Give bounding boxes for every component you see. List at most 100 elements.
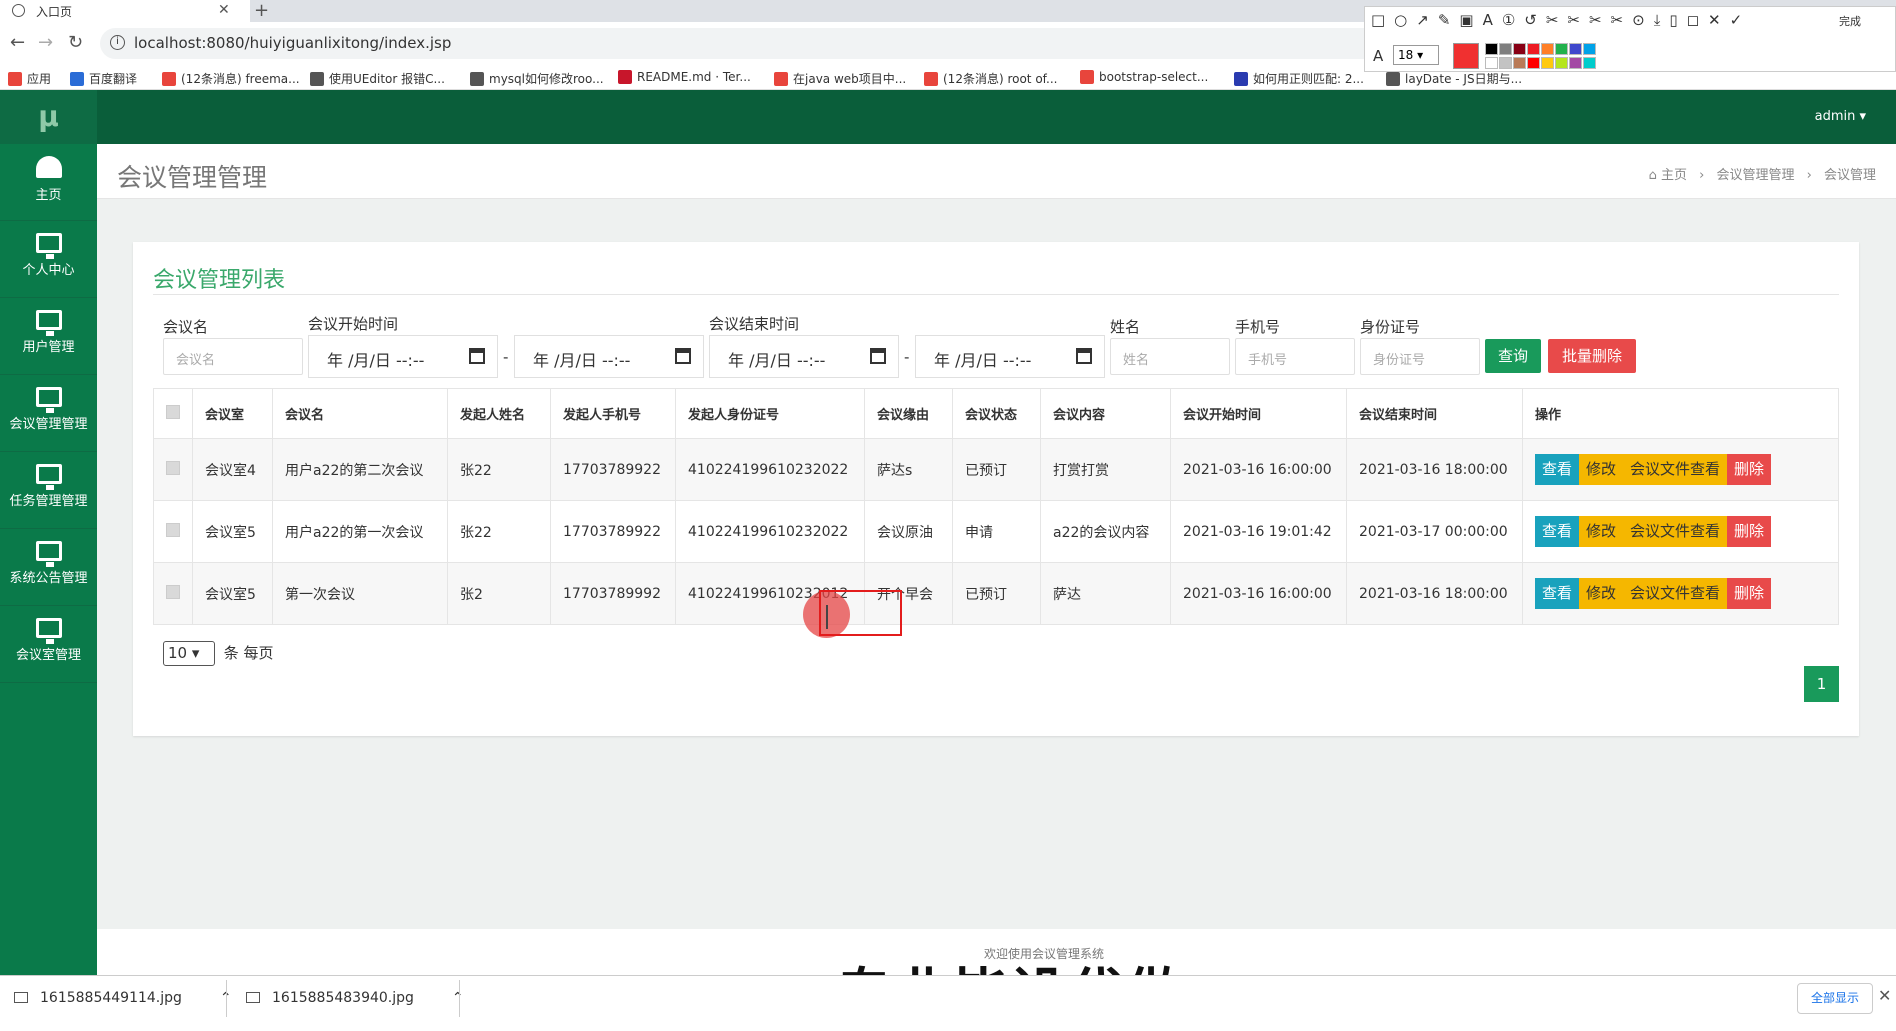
table-cell: 会议室4	[192, 438, 273, 501]
bookmark-item[interactable]: (12条消息) freema...	[162, 70, 300, 87]
view-files-button[interactable]: 会议文件查看	[1623, 516, 1728, 547]
end-time-from-input[interactable]: 年 /月/日 --:--	[709, 335, 899, 378]
start-time-from-input[interactable]: 年 /月/日 --:--	[308, 335, 498, 378]
color-swatch[interactable]	[1513, 43, 1526, 55]
meeting-name-input[interactable]: 会议名	[163, 338, 303, 375]
view-button[interactable]: 查看	[1535, 454, 1580, 485]
font-size-select[interactable]: 18 ▾	[1393, 45, 1439, 65]
row-checkbox[interactable]	[166, 584, 180, 599]
sidebar-item-2[interactable]: 用户管理	[0, 298, 97, 375]
new-tab-button[interactable]: +	[254, 0, 269, 21]
color-swatch[interactable]	[1541, 56, 1554, 69]
color-swatch[interactable]	[1513, 56, 1526, 69]
column-header: 会议名	[272, 388, 448, 439]
browser-tab[interactable]: 入口页 ✕	[0, 0, 250, 22]
color-swatch[interactable]	[1499, 43, 1512, 55]
sidebar-item-0[interactable]: 主页	[0, 144, 97, 221]
color-swatch[interactable]	[1569, 43, 1582, 55]
sidebar-item-5[interactable]: 系统公告管理	[0, 529, 97, 606]
dashboard-icon	[35, 156, 62, 178]
calendar-icon[interactable]	[870, 348, 886, 364]
color-swatch[interactable]	[1569, 56, 1582, 69]
panel-title: 会议管理列表	[153, 268, 286, 293]
delete-button[interactable]: 删除	[1727, 454, 1772, 485]
monitor-icon	[35, 464, 62, 490]
reload-icon[interactable]: ↻	[68, 32, 83, 53]
page-size-select[interactable]: 10 ▾	[163, 641, 215, 666]
page-number-current[interactable]: 1	[1804, 666, 1839, 702]
start-time-to-input[interactable]: 年 /月/日 --:--	[514, 335, 704, 378]
sidebar-item-3[interactable]: 会议管理管理	[0, 375, 97, 452]
query-button[interactable]: 查询	[1485, 339, 1541, 373]
sidebar-item-4[interactable]: 任务管理管理	[0, 452, 97, 529]
breadcrumb-section[interactable]: 会议管理管理	[1716, 168, 1794, 183]
sidebar-item-6[interactable]: 会议室管理	[0, 606, 97, 683]
download-item[interactable]: 1615885449114.jpg⌃	[14, 990, 232, 1006]
bookmark-item[interactable]: mysql如何修改roo...	[470, 70, 604, 87]
bookmark-icon	[1080, 70, 1094, 84]
bookmark-item[interactable]: 使用UEditor 报错C...	[310, 70, 445, 87]
view-files-button[interactable]: 会议文件查看	[1623, 578, 1728, 609]
bookmark-icon	[618, 70, 632, 84]
color-swatch[interactable]	[1555, 43, 1568, 55]
chevron-up-icon[interactable]: ⌃	[452, 990, 464, 1006]
row-checkbox[interactable]	[166, 522, 180, 537]
bookmark-item[interactable]: 在java web项目中...	[774, 70, 906, 87]
column-header: 发起人身份证号	[675, 388, 865, 439]
color-swatch[interactable]	[1541, 43, 1554, 55]
close-icon[interactable]: ✕	[218, 2, 230, 18]
monitor-icon	[35, 233, 62, 259]
edit-button[interactable]: 修改	[1579, 516, 1624, 547]
edit-button[interactable]: 修改	[1579, 578, 1624, 609]
bookmark-item[interactable]: 百度翻译	[70, 70, 137, 87]
delete-button[interactable]: 删除	[1727, 516, 1772, 547]
color-swatch[interactable]	[1555, 56, 1568, 69]
bookmark-item[interactable]: bootstrap-select...	[1080, 70, 1208, 84]
bookmark-item[interactable]: README.md · Ter...	[618, 70, 751, 84]
delete-button[interactable]: 删除	[1727, 578, 1772, 609]
view-files-button[interactable]: 会议文件查看	[1623, 454, 1728, 485]
color-swatch[interactable]	[1527, 56, 1540, 69]
view-button[interactable]: 查看	[1535, 578, 1580, 609]
annotation-tools[interactable]: □○↗✎▣A①↺✂✂✂✂⊙⤓▯◻✕✓	[1371, 11, 1751, 29]
table-cell: 17703789922	[550, 438, 676, 501]
calendar-icon[interactable]	[469, 348, 485, 364]
user-menu[interactable]: admin ▾	[1815, 109, 1866, 124]
breadcrumb-home[interactable]: 主页	[1661, 168, 1687, 183]
show-all-downloads-button[interactable]: 全部显示	[1797, 983, 1873, 1014]
table-cell: 用户a22的第一次会议	[272, 500, 448, 563]
close-icon[interactable]: ✕	[1878, 986, 1891, 1005]
bookmark-item[interactable]: layDate - JS日期与...	[1386, 70, 1522, 87]
phone-input[interactable]: 手机号	[1235, 338, 1355, 375]
calendar-icon[interactable]	[675, 348, 691, 364]
sidebar-item-1[interactable]: 个人中心	[0, 221, 97, 298]
person-name-input[interactable]: 姓名	[1110, 338, 1230, 375]
id-number-input[interactable]: 身份证号	[1360, 338, 1480, 375]
bookmark-item[interactable]: 应用	[8, 70, 51, 87]
view-button[interactable]: 查看	[1535, 516, 1580, 547]
back-icon[interactable]: ←	[10, 32, 25, 53]
done-button[interactable]: 完成	[1839, 13, 1861, 29]
bookmark-item[interactable]: (12条消息) root of...	[924, 70, 1057, 87]
bookmark-item[interactable]: 如何用正则匹配: 2...	[1234, 70, 1364, 87]
forward-icon[interactable]: →	[38, 32, 53, 53]
page-header: 会议管理管理 ⌂ 主页 › 会议管理管理 › 会议管理	[97, 144, 1896, 199]
color-swatch[interactable]	[1583, 43, 1596, 55]
current-color-swatch[interactable]	[1453, 43, 1479, 69]
info-icon[interactable]: i	[110, 35, 125, 50]
end-time-to-input[interactable]: 年 /月/日 --:--	[915, 335, 1105, 378]
batch-delete-button[interactable]: 批量删除	[1548, 339, 1636, 373]
color-swatch[interactable]	[1485, 56, 1498, 69]
color-swatch[interactable]	[1499, 56, 1512, 69]
download-item[interactable]: 1615885483940.jpg ⌃	[246, 990, 464, 1006]
start-time-label: 会议开始时间	[308, 315, 399, 333]
color-swatch[interactable]	[1527, 43, 1540, 55]
bookmark-icon	[8, 72, 22, 86]
edit-button[interactable]: 修改	[1579, 454, 1624, 485]
row-checkbox[interactable]	[166, 460, 180, 475]
color-swatch[interactable]	[1485, 43, 1498, 55]
table-cell: 2021-03-16 18:00:00	[1346, 562, 1523, 625]
color-swatch[interactable]	[1583, 56, 1596, 69]
calendar-icon[interactable]	[1076, 348, 1092, 364]
select-all-checkbox[interactable]	[166, 404, 180, 419]
